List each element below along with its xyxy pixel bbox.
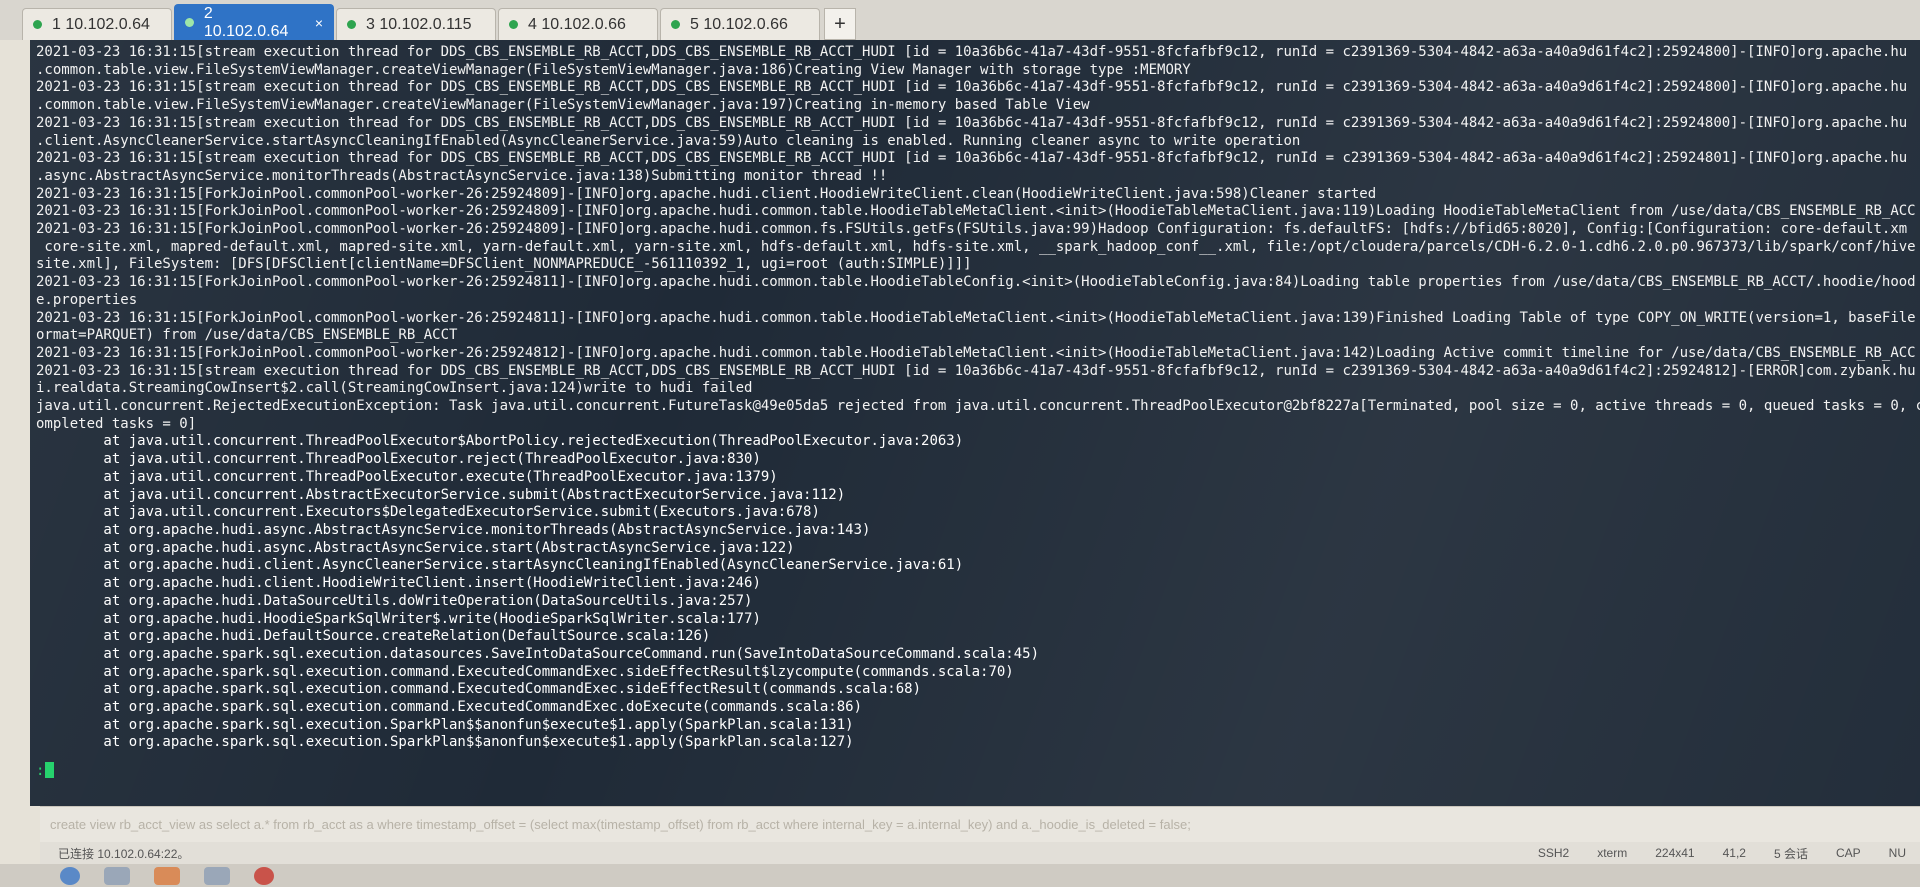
caps-lock-indicator: CAP bbox=[1835, 846, 1861, 860]
log-line: at java.util.concurrent.Executors$Delega… bbox=[36, 504, 820, 521]
log-line: at org.apache.hudi.HoodieSparkSqlWriter$… bbox=[36, 610, 761, 627]
log-line: core-site.xml, mapred-default.xml, mapre… bbox=[36, 238, 1916, 255]
media-icon[interactable] bbox=[254, 866, 274, 885]
log-line: 2021-03-23 16:31:15[ForkJoinPool.commonP… bbox=[36, 221, 1908, 238]
command-input-bar[interactable]: create view rb_acct_view as select a.* f… bbox=[40, 806, 1920, 842]
log-line: at org.apache.hudi.DefaultSource.createR… bbox=[36, 628, 711, 645]
tab-label: 4 10.102.0.66 bbox=[528, 15, 626, 33]
log-line: 2021-03-23 16:31:15[ForkJoinPool.commonP… bbox=[36, 274, 1916, 291]
log-line: 2021-03-23 16:31:15[ForkJoinPool.commonP… bbox=[36, 185, 1377, 202]
terminal-type: xterm bbox=[1597, 846, 1628, 860]
tab-label: 5 10.102.0.66 bbox=[690, 15, 788, 33]
log-line: at java.util.concurrent.AbstractExecutor… bbox=[36, 486, 846, 503]
log-line: 2021-03-23 16:31:15[stream execution thr… bbox=[36, 44, 1908, 60]
connection-status-dot-icon bbox=[185, 18, 194, 27]
connection-status-dot-icon bbox=[671, 20, 680, 29]
log-line: 2021-03-23 16:31:15[stream execution thr… bbox=[36, 114, 1908, 131]
log-line: 2021-03-23 16:31:15[stream execution thr… bbox=[36, 79, 1908, 96]
os-taskbar bbox=[0, 864, 1920, 887]
log-line: at org.apache.spark.sql.execution.SparkP… bbox=[36, 734, 854, 751]
log-line: at org.apache.hudi.client.HoodieWriteCli… bbox=[36, 575, 761, 592]
log-line: at org.apache.spark.sql.execution.SparkP… bbox=[36, 716, 854, 733]
session-count: 5 会话 bbox=[1773, 846, 1808, 861]
status-bar: 已连接 10.102.0.64:22。 SSH2 xterm 224x41 41… bbox=[40, 842, 1920, 864]
connection-status: 已连接 10.102.0.64:22。 bbox=[58, 846, 190, 861]
connection-status-dot-icon bbox=[33, 20, 42, 29]
log-line: at org.apache.spark.sql.execution.comman… bbox=[36, 681, 922, 698]
log-line: 2021-03-23 16:31:15[stream execution thr… bbox=[36, 150, 1908, 167]
log-line: at org.apache.spark.sql.execution.comman… bbox=[36, 699, 863, 716]
log-line: ompleted tasks = 0] bbox=[36, 415, 197, 432]
log-line: .client.AsyncCleanerService.startAsyncCl… bbox=[36, 132, 1301, 149]
log-line: at java.util.concurrent.ThreadPoolExecut… bbox=[36, 468, 778, 485]
log-line: at java.util.concurrent.ThreadPoolExecut… bbox=[36, 451, 761, 468]
tab-label: 3 10.102.0.115 bbox=[366, 15, 472, 33]
log-line: 2021-03-23 16:31:15[stream execution thr… bbox=[36, 362, 1916, 379]
session-tab-1[interactable]: 1 10.102.0.64 bbox=[22, 8, 172, 40]
new-tab-button[interactable]: + bbox=[824, 8, 856, 40]
terminal-prompt[interactable]: : bbox=[36, 760, 1920, 780]
log-line: at org.apache.spark.sql.execution.comman… bbox=[36, 663, 1014, 680]
log-line: at org.apache.hudi.async.AbstractAsyncSe… bbox=[36, 521, 871, 538]
log-line: at org.apache.hudi.async.AbstractAsyncSe… bbox=[36, 539, 795, 556]
log-line: at java.util.concurrent.ThreadPoolExecut… bbox=[36, 433, 964, 450]
connection-status-dot-icon bbox=[347, 20, 356, 29]
protocol-indicator: SSH2 bbox=[1537, 846, 1570, 860]
log-line: .async.AbstractAsyncService.monitorThrea… bbox=[36, 167, 888, 184]
tab-label: 2 10.102.0.64 bbox=[203, 4, 289, 40]
browser-icon[interactable] bbox=[104, 866, 130, 885]
log-line: i.realdata.StreamingCowInsert$2.call(Str… bbox=[36, 380, 753, 397]
log-line: at org.apache.spark.sql.execution.dataso… bbox=[36, 645, 1040, 662]
log-line: at org.apache.hudi.client.AsyncCleanerSe… bbox=[36, 557, 964, 574]
connection-status-dot-icon bbox=[509, 20, 518, 29]
session-tab-bar: 1 10.102.0.64 2 10.102.0.64 × 3 10.102.0.11… bbox=[0, 0, 1920, 40]
prompt-symbol: : bbox=[36, 763, 45, 780]
terminal-output: 2021-03-23 16:31:15[stream execution thr… bbox=[36, 44, 1920, 752]
log-line: 2021-03-23 16:31:15[ForkJoinPool.commonP… bbox=[36, 344, 1916, 361]
log-line: .common.table.view.FileSystemViewManager… bbox=[36, 61, 1191, 78]
log-line: at org.apache.hudi.DataSourceUtils.doWri… bbox=[36, 592, 753, 609]
folder-icon[interactable] bbox=[154, 866, 180, 885]
log-line: site.xml], FileSystem: [DFS[DFSClient[cl… bbox=[36, 256, 972, 273]
session-tab-3[interactable]: 3 10.102.0.115 bbox=[336, 8, 496, 40]
log-line: .common.table.view.FileSystemViewManager… bbox=[36, 97, 1090, 114]
start-menu-icon[interactable] bbox=[60, 866, 80, 885]
text-cursor bbox=[45, 762, 55, 779]
log-line: java.util.concurrent.RejectedExecutionEx… bbox=[36, 398, 1920, 415]
log-line: 2021-03-23 16:31:15[ForkJoinPool.commonP… bbox=[36, 203, 1916, 220]
terminal-size: 224x41 bbox=[1655, 846, 1695, 860]
command-input-text[interactable]: create view rb_acct_view as select a.* f… bbox=[50, 817, 1191, 832]
session-tab-2[interactable]: 2 10.102.0.64 × bbox=[174, 4, 334, 40]
cursor-position: 41,2 bbox=[1722, 846, 1746, 860]
terminal-pane[interactable]: 2021-03-23 16:31:15[stream execution thr… bbox=[30, 40, 1920, 806]
app-icon[interactable] bbox=[204, 866, 230, 885]
close-tab-icon[interactable]: × bbox=[315, 15, 323, 31]
num-lock-indicator: NU bbox=[1888, 846, 1906, 860]
log-line: 2021-03-23 16:31:15[ForkJoinPool.commonP… bbox=[36, 309, 1916, 326]
tab-label: 1 10.102.0.64 bbox=[52, 15, 150, 33]
log-line: e.properties bbox=[36, 291, 138, 308]
session-tab-4[interactable]: 4 10.102.0.66 bbox=[498, 8, 658, 40]
session-tab-5[interactable]: 5 10.102.0.66 bbox=[660, 8, 820, 40]
log-line: ormat=PARQUET) from /use/data/CBS_ENSEMB… bbox=[36, 327, 458, 344]
